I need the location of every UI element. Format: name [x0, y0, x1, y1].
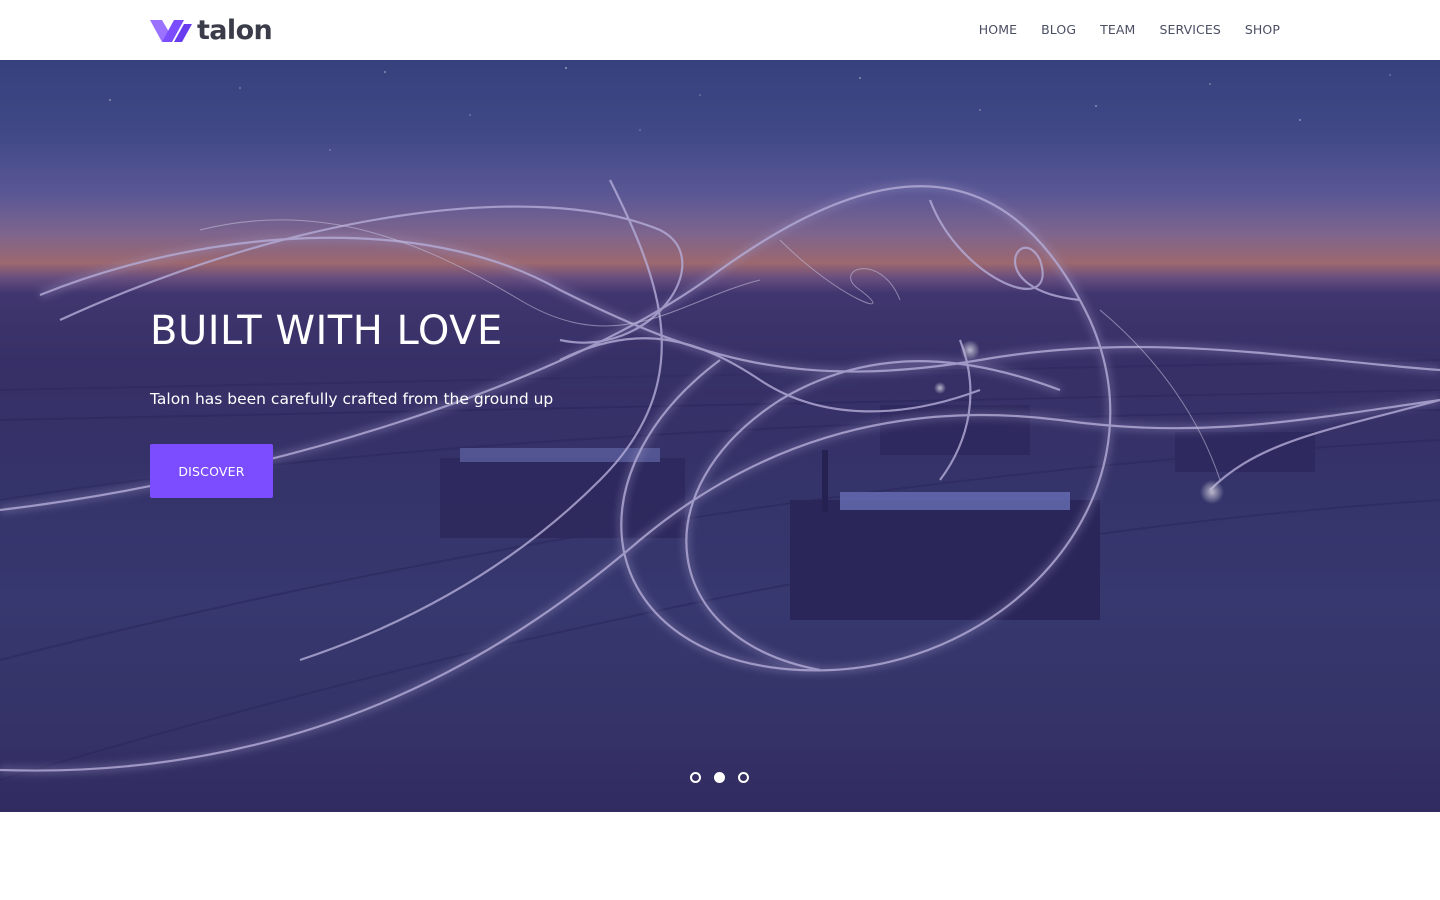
nav-link-home[interactable]: HOME: [979, 0, 1017, 60]
slider-pagination: [690, 771, 749, 783]
slide-dot-2[interactable]: [714, 771, 725, 783]
brand-logo[interactable]: talon: [150, 14, 273, 48]
discover-button[interactable]: DISCOVER: [150, 444, 273, 498]
slide-dot-3[interactable]: [738, 771, 749, 783]
nav-link-team[interactable]: TEAM: [1100, 0, 1135, 60]
hero-slider: BUILT WITH LOVE Talon has been carefully…: [0, 60, 1440, 812]
nav-link-services[interactable]: SERVICES: [1159, 0, 1220, 60]
nav-link-shop[interactable]: SHOP: [1245, 0, 1280, 60]
hero-title: BUILT WITH LOVE: [150, 308, 503, 354]
main-nav: HOME BLOG TEAM SERVICES SHOP: [979, 0, 1280, 60]
talon-logo-icon: [150, 20, 192, 42]
hero-content: BUILT WITH LOVE Talon has been carefully…: [150, 306, 850, 498]
nav-link-blog[interactable]: BLOG: [1041, 0, 1076, 60]
hero-subtitle: Talon has been carefully crafted from th…: [150, 390, 554, 408]
top-navbar: talon HOME BLOG TEAM SERVICES SHOP: [0, 0, 1440, 60]
slide-dot-1[interactable]: [690, 771, 701, 783]
brand-name: talon: [197, 15, 273, 46]
